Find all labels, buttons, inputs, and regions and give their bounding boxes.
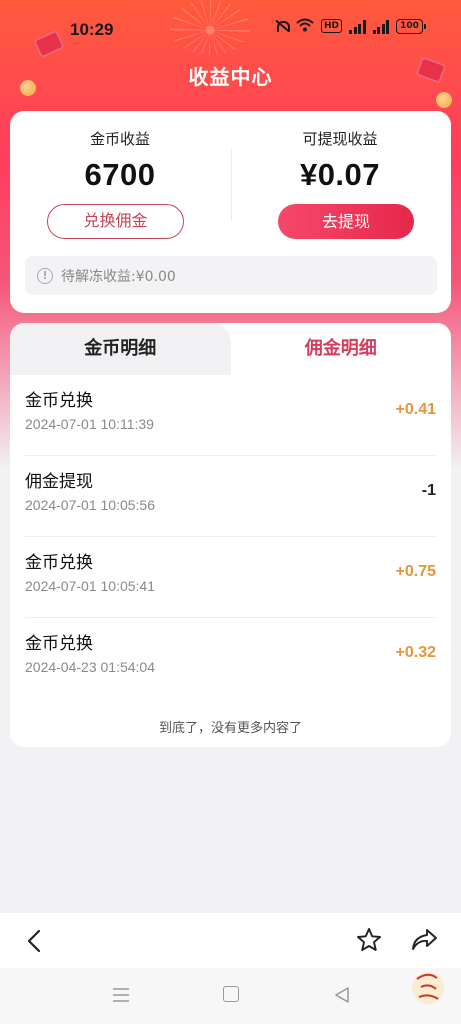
withdraw-button[interactable]: 去提现 (278, 204, 414, 239)
system-navigation-bar (0, 968, 461, 1024)
withdrawable-section: 可提现收益 ¥0.07 (230, 111, 450, 193)
signal-4g-icon (372, 19, 389, 34)
home-icon[interactable] (223, 986, 239, 1002)
detail-card: 金币明细 佣金明细 金币兑换 2024-07-01 10:11:39 +0.41… (10, 323, 451, 747)
wifi-icon (296, 18, 314, 34)
tab-coin-details[interactable]: 金币明细 (10, 323, 231, 375)
record-amount: +0.41 (395, 401, 436, 418)
frozen-earnings-text: 待解冻收益:¥0.00 (61, 268, 176, 285)
record-time: 2024-07-01 10:05:56 (25, 497, 155, 513)
menu-icon[interactable] (112, 988, 130, 1002)
record-title: 金币兑换 (25, 553, 93, 573)
signal-icon (349, 19, 366, 34)
record-title: 佣金提现 (25, 472, 93, 492)
record-time: 2024-04-23 01:54:04 (25, 659, 155, 675)
record-title: 金币兑换 (25, 634, 93, 654)
list-item: 金币兑换 2024-07-01 10:05:41 +0.75 (25, 537, 436, 618)
share-icon[interactable] (410, 927, 438, 953)
record-time: 2024-07-01 10:05:41 (25, 578, 155, 594)
list-item: 佣金提现 2024-07-01 10:05:56 -1 (25, 456, 436, 537)
coins-label: 金币收益 (89, 130, 150, 148)
status-icons: HD 100 (275, 18, 426, 34)
withdrawable-value: ¥0.07 (299, 157, 381, 192)
record-amount: -1 (421, 482, 436, 499)
frozen-earnings-bar: ! 待解冻收益:¥0.00 (25, 256, 437, 295)
status-time: 10:29 (70, 20, 114, 39)
watermark-logo (412, 972, 444, 1004)
info-icon: ! (37, 267, 53, 284)
record-title: 金币兑换 (25, 391, 93, 411)
end-of-list-text: 到底了，没有更多内容了 (158, 721, 302, 736)
earnings-card: 金币收益 6700 可提现收益 ¥0.07 兑换佣金 去提现 ! 待解冻收益:¥… (10, 111, 451, 313)
coins-section: 金币收益 6700 (10, 111, 230, 193)
battery-icon: 100 (396, 18, 426, 34)
withdrawable-label: 可提现收益 (302, 130, 378, 148)
record-amount: +0.75 (395, 563, 436, 580)
hd-icon: HD (320, 19, 342, 33)
browser-toolbar (0, 913, 461, 968)
exchange-commission-button[interactable]: 兑换佣金 (47, 204, 184, 239)
record-time: 2024-07-01 10:11:39 (25, 416, 154, 432)
detail-tabs: 金币明细 佣金明细 (10, 323, 451, 375)
list-item: 金币兑换 2024-04-23 01:54:04 +0.32 (25, 618, 436, 699)
back-triangle-icon[interactable] (333, 986, 351, 1004)
status-bar: 10:29 HD 100 (0, 0, 461, 56)
mute-icon (275, 19, 290, 33)
record-amount: +0.32 (395, 644, 436, 661)
list-item: 金币兑换 2024-07-01 10:11:39 +0.41 (25, 375, 436, 456)
page-title: 收益中心 (188, 65, 273, 89)
tab-commission-details[interactable]: 佣金明细 (230, 323, 451, 375)
coins-value: 6700 (84, 157, 156, 192)
chevron-left-icon[interactable] (24, 929, 44, 953)
coin-decoration (436, 92, 452, 108)
star-icon[interactable] (356, 927, 382, 953)
